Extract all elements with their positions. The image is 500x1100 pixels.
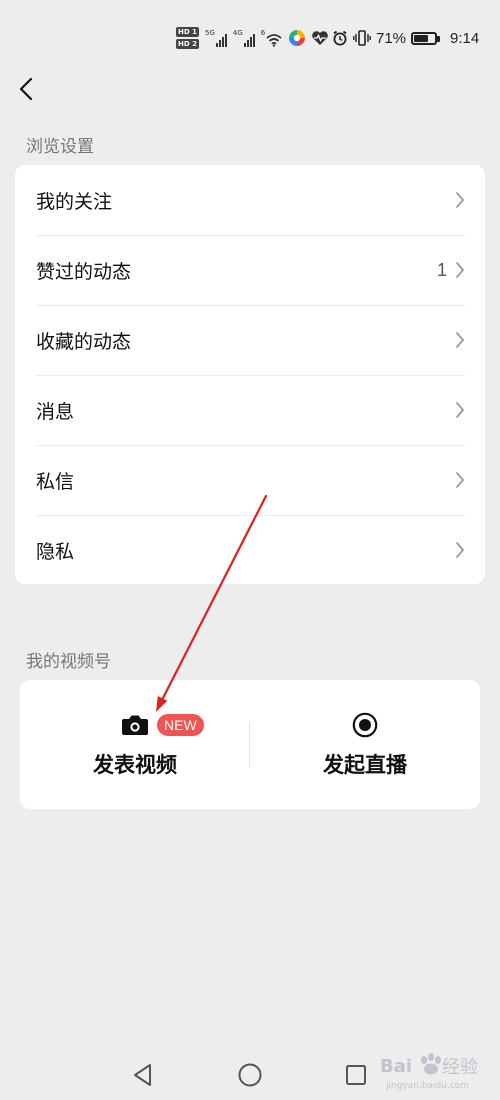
- publish-video-label: 发表视频: [93, 754, 177, 777]
- wifi-label: 6: [260, 29, 266, 37]
- chevron-right-icon: [456, 542, 464, 558]
- back-triangle-icon: [134, 1064, 151, 1086]
- live-icon-line: [352, 711, 378, 739]
- hd2-indicator: HD 2: [176, 39, 199, 49]
- start-live-label: 发起直播: [323, 754, 407, 777]
- recents-square-icon: [346, 1065, 366, 1085]
- publish-icon-line: NEW: [121, 711, 204, 739]
- battery-percent: 71%: [376, 29, 407, 47]
- svg-text:经验: 经验: [442, 1057, 478, 1078]
- publish-video-button[interactable]: NEW 发表视频: [20, 680, 250, 809]
- home-circle-icon: [238, 1063, 262, 1087]
- row-liked-posts[interactable]: 赞过的动态 1: [15, 235, 485, 305]
- wifi: 6: [261, 29, 282, 47]
- row-right: [447, 471, 465, 489]
- status-right-group: 71% 9:14: [332, 28, 479, 48]
- row-messages[interactable]: 消息: [15, 375, 485, 445]
- row-right: [447, 191, 465, 209]
- row-count: 1: [436, 259, 447, 280]
- signal-bars-icon: [215, 34, 227, 47]
- row-right: [447, 401, 465, 419]
- row-privacy[interactable]: 隐私: [15, 515, 485, 585]
- svg-text:jingyan.baidu.com: jingyan.baidu.com: [385, 1081, 469, 1091]
- status-bar: HD 1 HD 2 5G 4G 6 71% 9:14: [0, 0, 500, 72]
- video-channel-card: NEW 发表视频 发起直播: [20, 680, 480, 809]
- signal-1-label: 5G: [204, 29, 215, 37]
- back-button[interactable]: [10, 72, 42, 106]
- heart-health-icon: [312, 31, 329, 45]
- chevron-right-icon: [456, 192, 464, 208]
- row-label: 私信: [36, 471, 75, 493]
- camera-icon: [122, 715, 148, 735]
- row-label: 隐私: [36, 541, 75, 563]
- row-right: 1: [437, 260, 465, 281]
- row-label: 消息: [36, 401, 75, 423]
- chevron-right-icon: [456, 262, 464, 278]
- signal-bars-icon: [243, 34, 255, 47]
- record-icon: [352, 712, 378, 738]
- wifi-icon: [266, 34, 282, 47]
- nav-home-button[interactable]: [235, 1060, 265, 1090]
- signal-1: 5G: [205, 29, 227, 47]
- row-my-follows[interactable]: 我的关注: [15, 165, 485, 235]
- chevron-right-icon: [456, 472, 464, 488]
- status-left-group: HD 1 HD 2 5G 4G 6: [176, 22, 329, 54]
- chevron-right-icon: [456, 402, 464, 418]
- svg-text:Bai: Bai: [380, 1056, 412, 1077]
- row-label: 我的关注: [36, 191, 113, 213]
- row-label: 收藏的动态: [36, 331, 132, 353]
- video-section-title: 我的视频号: [26, 652, 111, 671]
- row-label: 赞过的动态: [36, 261, 132, 283]
- row-right: [447, 331, 465, 349]
- clock: 9:14: [450, 29, 480, 47]
- chevron-left-icon: [19, 77, 33, 101]
- start-live-button[interactable]: 发起直播: [250, 680, 480, 809]
- new-badge: NEW: [157, 714, 204, 736]
- row-right: [447, 541, 465, 559]
- chevron-right-icon: [456, 332, 464, 348]
- vibrate-icon: [353, 30, 371, 46]
- hd-indicators: HD 1 HD 2: [176, 27, 199, 49]
- nav-recents-button[interactable]: [341, 1060, 371, 1090]
- watermark-logo: Bai 经验 jingyan.baidu.com: [380, 1053, 478, 1091]
- battery-icon: [411, 31, 441, 45]
- browse-section-title: 浏览设置: [26, 137, 94, 156]
- browse-settings-card: 我的关注 赞过的动态 1 收藏的动态 消息 私信 隐私: [15, 165, 485, 584]
- nav-back-button[interactable]: [128, 1060, 158, 1090]
- signal-2: 4G: [233, 29, 255, 47]
- colorful-app-icon: [289, 30, 306, 46]
- battery-fill: [414, 34, 428, 42]
- signal-2-label: 4G: [232, 29, 243, 37]
- row-saved-posts[interactable]: 收藏的动态: [15, 305, 485, 375]
- row-private-messages[interactable]: 私信: [15, 445, 485, 515]
- hd1-indicator: HD 1: [176, 27, 199, 37]
- alarm-icon: [333, 30, 347, 46]
